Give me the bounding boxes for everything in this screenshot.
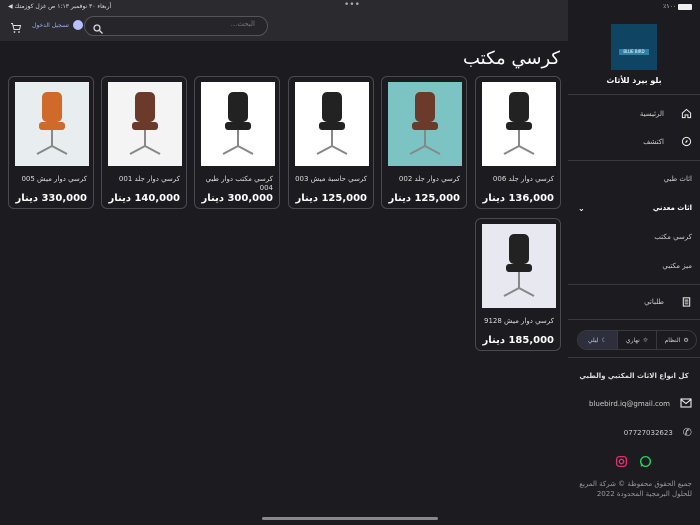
product-card[interactable]: كرسي دوار جلد 002 125,000 دينار: [381, 76, 467, 209]
login-button[interactable]: تسجيل الدخول: [32, 20, 83, 30]
clipboard-icon: [681, 296, 692, 309]
sun-icon: ☼: [642, 336, 649, 344]
sidebar-item-label: اثاث طبي: [663, 175, 692, 183]
account-icon: [72, 20, 83, 30]
sidebar-item-label: الرئيسية: [639, 110, 664, 118]
compass-icon: [681, 136, 692, 149]
product-price: 185,000 دينار: [482, 335, 554, 346]
divider: [568, 319, 700, 320]
sidebar-item-orders[interactable]: طلباتي: [568, 291, 700, 313]
chevron-down-icon[interactable]: ⌄: [578, 204, 585, 213]
sidebar-item-office-desk[interactable]: ميز مكتبي: [568, 255, 700, 277]
sidebar-item-label: اكتشف: [643, 138, 664, 146]
product-image: [108, 82, 182, 166]
search-box[interactable]: [84, 16, 268, 36]
product-name: كرسي حاسبة ميش 003: [295, 175, 367, 183]
phone-text: 07727032623: [623, 428, 673, 437]
sidebar-item-metal[interactable]: اثاث معدني ⌄: [568, 197, 700, 219]
sidebar-item-explore[interactable]: اكتشف: [568, 131, 700, 153]
product-price: 140,000 دينار: [108, 193, 180, 204]
whatsapp-icon[interactable]: [639, 453, 652, 472]
theme-dark-button[interactable]: ☾ ليلي: [578, 331, 617, 349]
sidebar-item-label: كرسي مكتب: [654, 233, 692, 241]
divider: [568, 94, 700, 95]
home-icon: [681, 108, 692, 121]
product-price: 125,000 دينار: [295, 193, 367, 204]
product-image: [388, 82, 462, 166]
product-card[interactable]: كرسي مكتب دوار طبي 004 300,000 دينار: [194, 76, 280, 209]
product-name: كرسي دوار جلد 006: [492, 175, 554, 183]
phone-contact[interactable]: ✆ 07727032623: [624, 426, 692, 439]
slogan: كل انواع الاثاث المكتبي والطبي: [579, 372, 689, 380]
status-bar: أربعاء ٣٠ نوفمبر ١:١٣ ص غزل كوزمتك ◀ •••…: [0, 0, 700, 12]
page-title: كرسي مكتب: [463, 48, 560, 69]
copyright: جميع الحقوق محفوظة © شركة المربع للحلول …: [579, 480, 692, 498]
divider: [568, 160, 700, 161]
product-card[interactable]: كرسي حاسبة ميش 003 125,000 دينار: [288, 76, 374, 209]
sidebar-item-label: اثاث معدني: [652, 204, 692, 212]
battery-text: ٪١٠٠: [663, 3, 677, 10]
search-input[interactable]: [115, 20, 255, 28]
theme-system-button[interactable]: ⚙ النظام: [656, 331, 696, 349]
product-name: كرسي دوار ميش 9128: [483, 317, 554, 325]
product-name: كرسي دوار جلد 002: [398, 175, 460, 183]
product-image: [15, 82, 89, 166]
theme-toggle: ⚙ النظام ☼ نهاري ☾ ليلي: [577, 330, 697, 350]
login-label: تسجيل الدخول: [32, 21, 69, 29]
product-card[interactable]: كرسي دوار جلد 001 140,000 دينار: [101, 76, 187, 209]
phone-icon: ✆: [682, 426, 692, 439]
status-right: ٪١٠٠: [663, 3, 692, 10]
sidebar-item-label: ميز مكتبي: [662, 262, 692, 270]
divider: [568, 284, 700, 285]
product-image: [482, 224, 556, 308]
status-left: أربعاء ٣٠ نوفمبر ١:١٣ ص غزل كوزمتك ◀: [8, 3, 112, 10]
battery-icon: [678, 3, 692, 10]
sidebar-item-label: طلباتي: [644, 298, 664, 306]
product-name: كرسي مكتب دوار طبي 004: [205, 175, 273, 192]
sidebar: BLUE BIRD بلو بيرد للأثاث الرئيسية اكتشف…: [568, 12, 700, 525]
product-image: [482, 82, 556, 166]
theme-label: نهاري: [625, 336, 640, 344]
theme-light-button[interactable]: ☼ نهاري: [616, 331, 657, 349]
product-price: 300,000 دينار: [201, 193, 273, 204]
brand-name: بلو بيرد للأثاث: [606, 76, 662, 85]
product-image: [201, 82, 275, 166]
cart-icon[interactable]: [10, 19, 22, 38]
mail-icon: [680, 398, 692, 410]
search-icon[interactable]: [92, 20, 104, 39]
product-card[interactable]: كرسي دوار جلد 006 136,000 دينار: [475, 76, 561, 209]
instagram-icon[interactable]: [615, 453, 628, 472]
product-card[interactable]: كرسي دوار ميش 005 330,000 دينار: [8, 76, 94, 209]
theme-label: النظام: [664, 336, 681, 344]
theme-label: ليلي: [587, 336, 599, 344]
sidebar-item-office-chair[interactable]: كرسي مكتب: [568, 226, 700, 248]
brand-logo[interactable]: BLUE BIRD: [611, 24, 657, 70]
email-text: bluebird.iq@gmail.com: [589, 400, 670, 408]
email-contact[interactable]: bluebird.iq@gmail.com: [589, 398, 692, 410]
product-price: 125,000 دينار: [388, 193, 460, 204]
moon-icon: ☾: [601, 336, 607, 344]
product-card[interactable]: كرسي دوار ميش 9128 185,000 دينار: [475, 218, 561, 351]
product-image: [295, 82, 369, 166]
social-links: [615, 453, 652, 472]
product-name: كرسي دوار جلد 001: [118, 175, 180, 183]
product-price: 330,000 دينار: [15, 193, 87, 204]
multitask-dots[interactable]: •••: [344, 0, 360, 10]
gear-icon: ⚙: [683, 336, 689, 344]
sidebar-item-medical[interactable]: اثاث طبي: [568, 168, 700, 190]
home-indicator[interactable]: [262, 517, 438, 520]
sidebar-item-home[interactable]: الرئيسية: [568, 103, 700, 125]
divider: [568, 357, 700, 358]
product-price: 136,000 دينار: [482, 193, 554, 204]
product-name: كرسي دوار ميش 005: [21, 175, 87, 183]
